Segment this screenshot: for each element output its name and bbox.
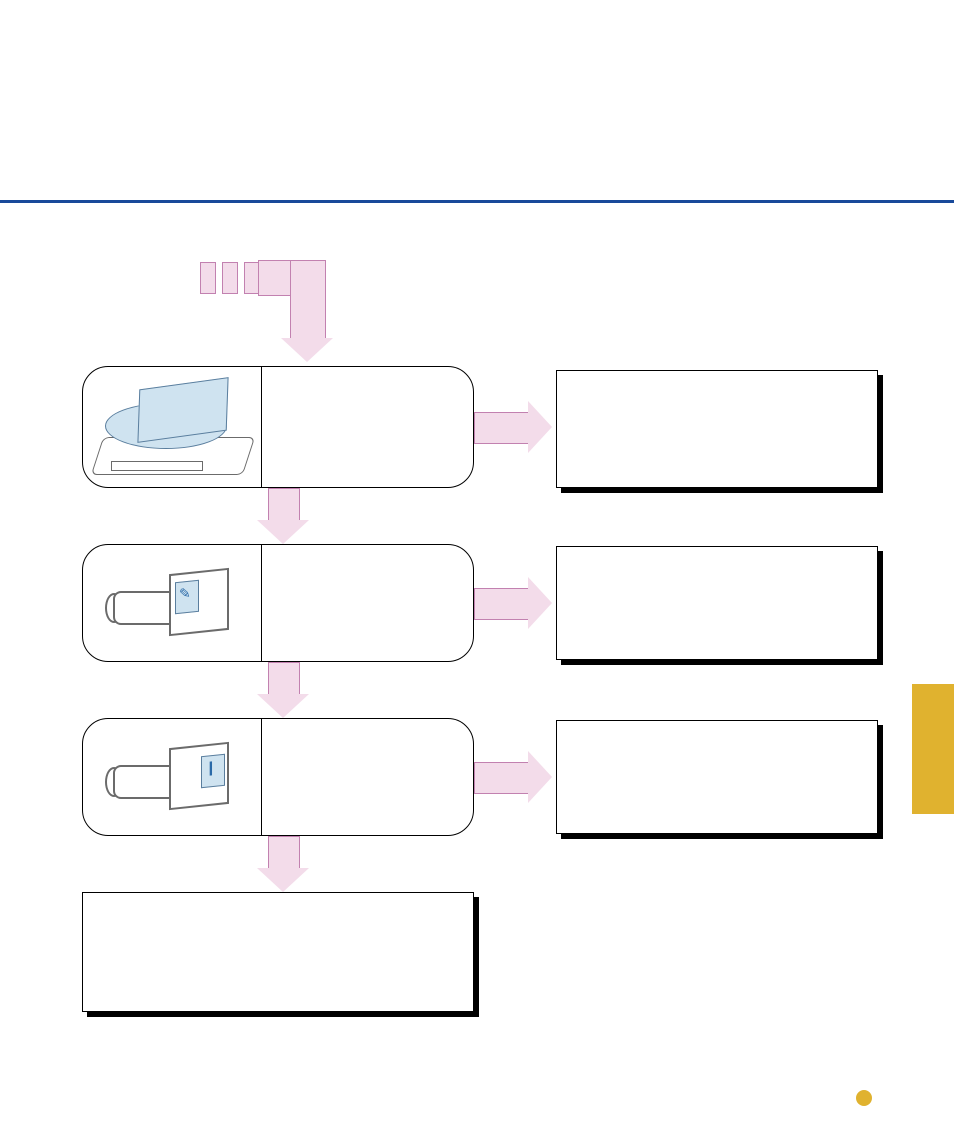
section-divider [0, 200, 954, 203]
final-summary-box [82, 892, 474, 1012]
page-marker-dot [856, 1090, 872, 1106]
entry-bar-icon [222, 262, 238, 294]
note-box-1 [556, 370, 878, 488]
note-box-3 [556, 720, 878, 834]
page: ✎ ❙ [0, 0, 954, 1145]
section-tab [912, 684, 954, 814]
entry-bar-icon [200, 262, 216, 294]
step-box-toner-1: ✎ [82, 544, 474, 662]
arrow-down-icon [258, 258, 348, 368]
arrow-right-icon [474, 574, 564, 634]
step-box-toner-2: ❙ [82, 718, 474, 836]
toner-cartridge-icon: ❙ [113, 741, 243, 811]
arrow-right-icon [474, 398, 564, 458]
scanner-icon [91, 377, 251, 477]
arrow-right-icon [474, 748, 564, 808]
arrow-down-icon [254, 488, 314, 546]
step-box-scan [82, 366, 474, 488]
arrow-down-icon [254, 662, 314, 720]
toner-cartridge-icon: ✎ [113, 567, 243, 637]
arrow-down-icon [254, 836, 314, 894]
note-box-2 [556, 546, 878, 660]
